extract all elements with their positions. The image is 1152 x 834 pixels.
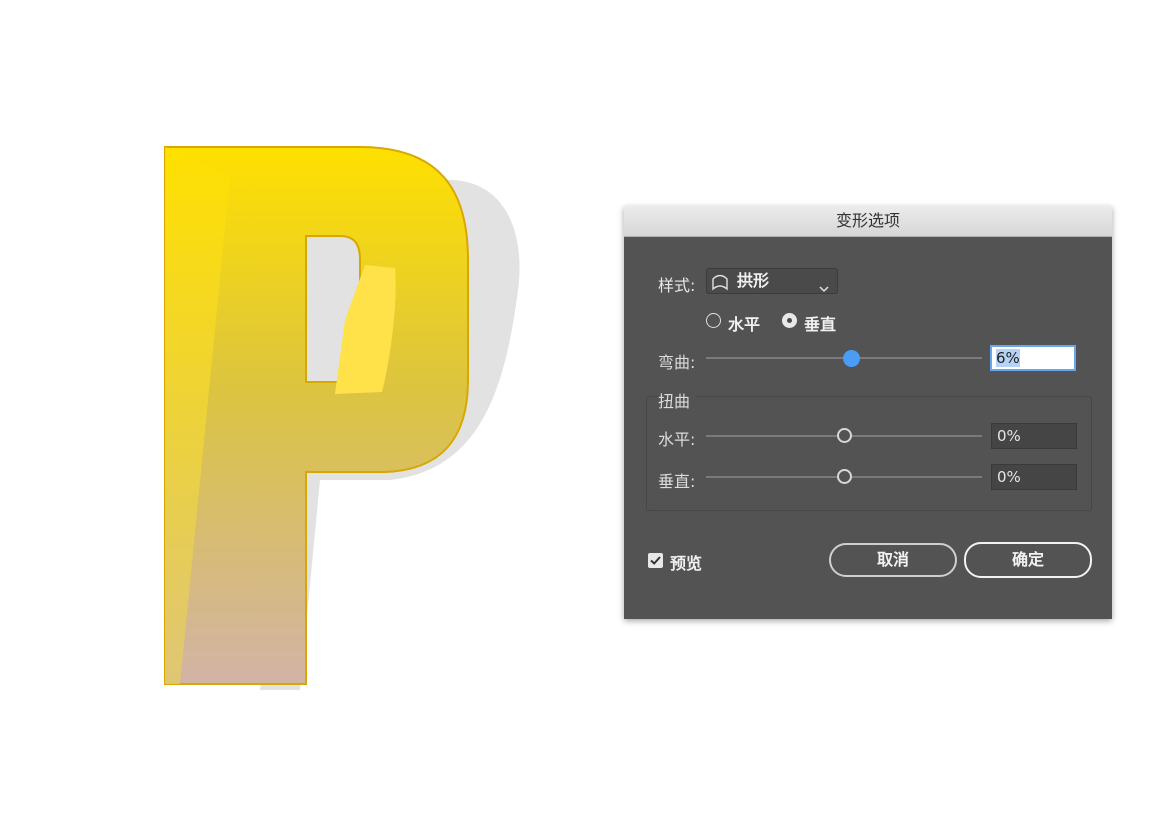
checkbox-check-icon (650, 556, 661, 565)
chevron-down-icon (819, 277, 829, 301)
cancel-button[interactable]: 取消 (829, 543, 957, 577)
distortion-group-label: 扭曲 (658, 388, 697, 412)
horizontal-radio[interactable] (706, 313, 721, 328)
vertical-radio[interactable] (782, 313, 797, 328)
distort-vertical-label: 垂直: (658, 472, 696, 491)
preview-checkbox[interactable] (648, 553, 663, 568)
bend-value-field[interactable]: 6% (990, 345, 1076, 371)
preview-label[interactable]: 预览 (670, 550, 702, 574)
vertical-radio-label[interactable]: 垂直 (804, 311, 836, 335)
arc-style-icon (711, 273, 729, 298)
ok-button[interactable]: 确定 (964, 542, 1092, 578)
warp-options-dialog: 变形选项 样式: 拱形 水平 垂直 弯曲: 6% 扭曲 水平: 0% 垂直: 0… (624, 206, 1112, 619)
bend-value-text: 6% (996, 349, 1020, 367)
letter-p-graphic (164, 146, 520, 690)
distortion-group (646, 396, 1092, 511)
style-label: 样式: (658, 276, 696, 295)
horizontal-radio-label[interactable]: 水平 (728, 311, 760, 335)
distort-horizontal-label: 水平: (658, 430, 696, 449)
style-value: 拱形 (737, 271, 770, 290)
distort-horizontal-knob[interactable] (837, 428, 852, 443)
distort-vertical-field[interactable]: 0% (991, 464, 1077, 490)
letter-p-artwork (150, 130, 550, 710)
dialog-title[interactable]: 变形选项 (624, 206, 1112, 237)
bend-slider-knob[interactable] (843, 350, 860, 367)
bend-label: 弯曲: (658, 353, 696, 372)
distort-vertical-knob[interactable] (837, 469, 852, 484)
distort-horizontal-field[interactable]: 0% (991, 423, 1077, 449)
style-dropdown[interactable]: 拱形 (706, 268, 838, 294)
